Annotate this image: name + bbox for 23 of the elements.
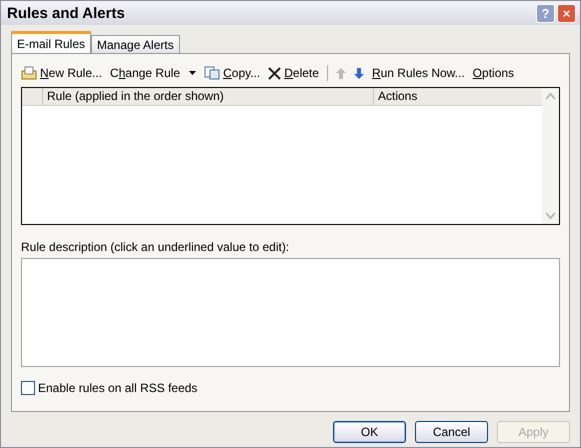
- toolbar-button[interactable]: Delete: [268, 66, 319, 80]
- close-button[interactable]: ×: [557, 4, 576, 22]
- tab[interactable]: Manage Alerts: [91, 35, 180, 53]
- up-arrow-icon: [336, 68, 346, 78]
- window-title: Rules and Alerts: [7, 4, 126, 22]
- toolbar-button[interactable]: Options: [472, 66, 514, 80]
- tab[interactable]: E-mail Rules: [11, 31, 92, 53]
- checkbox[interactable]: [21, 381, 35, 395]
- toolbar-button[interactable]: Run Rules Now...: [372, 66, 465, 80]
- checkbox-label: Enable rules on all RSS feeds: [38, 381, 198, 395]
- move-down-button[interactable]: [354, 68, 364, 78]
- close-icon: [268, 66, 282, 80]
- rss-checkbox[interactable]: Enable rules on all RSS feeds: [21, 381, 560, 395]
- dialog-button[interactable]: Cancel: [415, 421, 488, 443]
- toolbar-button[interactable]: New Rule...: [21, 66, 102, 80]
- dialog-button[interactable]: OK: [333, 421, 406, 443]
- column-header: Rule (applied in the order shown): [42, 88, 373, 105]
- description-label: Rule description (click an underlined value to edit):: [21, 240, 290, 254]
- down-arrow-icon: [354, 68, 364, 78]
- caret-icon: [189, 71, 196, 75]
- copy-icon: [204, 66, 220, 80]
- toolbar-button[interactable]: Copy...: [204, 66, 260, 80]
- toolbar-button[interactable]: Change Rule: [110, 66, 196, 80]
